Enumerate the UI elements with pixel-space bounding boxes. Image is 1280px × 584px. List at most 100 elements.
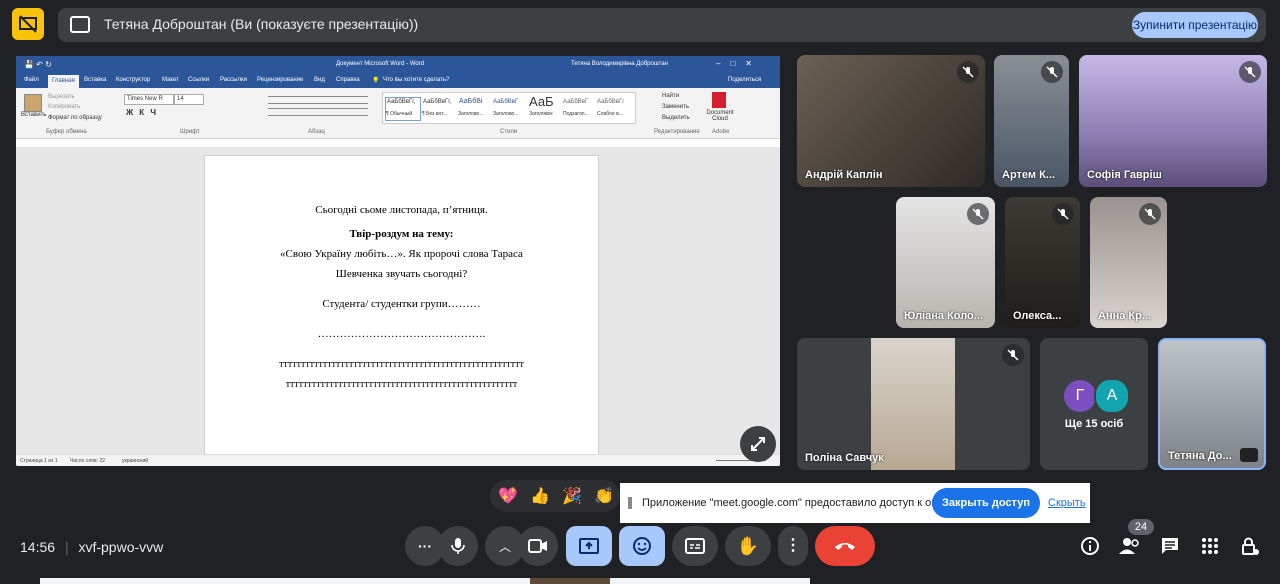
activities-button[interactable]: [1198, 534, 1222, 558]
font-size-select[interactable]: 14: [174, 94, 204, 105]
reactions-button[interactable]: [619, 526, 665, 566]
doc-line: Шевченка звучать сьогодні?: [335, 268, 468, 280]
participant-tile[interactable]: Софія Гавріш: [1079, 55, 1267, 187]
document-page[interactable]: Сьогодні сьоме листопада, п’ятниця. Твір…: [204, 155, 599, 457]
camera-button[interactable]: [518, 526, 558, 566]
presenting-banner: Тетяна Доброштан (Ви (показуєте презента…: [58, 8, 1266, 42]
word-ribbon: Вставить Вырезать Копировать Формат по о…: [16, 88, 780, 139]
participant-tile[interactable]: Артем К...: [994, 55, 1069, 187]
participant-name: Софія Гавріш: [1087, 169, 1162, 181]
replace-button[interactable]: Заменить: [662, 104, 689, 110]
style-name: Заголово...: [458, 111, 484, 117]
adobe-pdf-icon[interactable]: [712, 92, 726, 108]
document-cloud-label[interactable]: Document Cloud: [706, 110, 734, 122]
participant-tile[interactable]: Олекса...: [1005, 197, 1080, 328]
cut-button[interactable]: Вырезать: [48, 94, 75, 100]
style-name: Слабое в...: [597, 111, 623, 117]
word-titlebar: 💾 ↶ ↻ Документ Microsoft Word - Word Тет…: [16, 56, 780, 74]
taskbar-strip: [530, 578, 610, 584]
participant-tile[interactable]: Юліана Коло...: [896, 197, 995, 328]
party-icon[interactable]: 🎉: [562, 486, 582, 506]
tab-insert[interactable]: Вставка: [84, 77, 106, 83]
tab-home[interactable]: Главная: [48, 75, 79, 88]
style-name: Заголово...: [493, 111, 519, 117]
font-name-select[interactable]: Times New R: [124, 94, 174, 105]
style-sample: АаБ: [529, 94, 554, 109]
paste-icon[interactable]: [24, 94, 42, 112]
people-button[interactable]: [1118, 534, 1142, 558]
hide-link[interactable]: Скрыть: [1048, 497, 1086, 509]
tab-review[interactable]: Рецензирование: [257, 77, 303, 83]
drag-handle-icon[interactable]: [628, 497, 632, 509]
avatar: А: [1094, 378, 1130, 414]
meeting-info: 14:56 | xvf-ppwo-vvw: [20, 539, 164, 555]
quick-access-icons[interactable]: 💾 ↶ ↻: [24, 60, 52, 69]
mic-off-icon: [1139, 203, 1161, 225]
clapping-icon[interactable]: 👏: [594, 486, 614, 506]
tab-view[interactable]: Вид: [314, 77, 325, 83]
present-screen-button[interactable]: [566, 526, 612, 566]
adobe-group-label: Adobe: [712, 129, 730, 135]
tab-file[interactable]: Файл: [24, 77, 39, 83]
host-controls-button[interactable]: [1238, 534, 1262, 558]
style-sample: АаБбВвГг,: [423, 99, 452, 105]
participant-tile[interactable]: Анна Кр...: [1090, 197, 1167, 328]
more-options-button[interactable]: ⋮: [778, 526, 808, 566]
alignment-buttons[interactable]: [268, 108, 368, 116]
raise-hand-button[interactable]: ✋: [725, 526, 771, 566]
self-view-tile[interactable]: Тетяна До...: [1158, 338, 1266, 470]
participant-name: Артем К...: [1002, 169, 1055, 181]
tab-references[interactable]: Ссылки: [188, 77, 209, 83]
format-painter-button[interactable]: Формат по образцу: [48, 115, 102, 121]
tell-me-input[interactable]: Что вы хотите сделать?: [383, 77, 449, 83]
taskbar-strip: [40, 578, 530, 584]
more-participants-tile[interactable]: Г А Ще 15 осіб: [1040, 338, 1148, 470]
leave-call-button[interactable]: [815, 526, 875, 566]
smiley-icon: [633, 537, 651, 555]
share-document-button[interactable]: Поделиться: [728, 77, 761, 83]
meeting-details-button[interactable]: [1078, 534, 1102, 558]
participant-video: [871, 338, 955, 470]
taskbar-strip: [610, 578, 810, 584]
word-count: Число слов: 22: [70, 458, 106, 464]
tab-design[interactable]: Конструктор: [116, 77, 150, 83]
mic-off-icon: [967, 203, 989, 225]
styles-gallery[interactable]: АаБбВвГг, АаБбВвГг, АаБбВі АаБбВвГ АаБ А…: [382, 92, 636, 124]
tab-mailings[interactable]: Рассылки: [220, 77, 247, 83]
stop-sharing-button[interactable]: Закрыть доступ: [932, 488, 1040, 518]
banner-title: Тетяна Доброштан (Ви (показуєте презента…: [104, 16, 419, 32]
paragraph-buttons[interactable]: [268, 96, 368, 104]
more-vert-icon: ⋮: [785, 537, 801, 554]
window-controls[interactable]: –□✕: [716, 59, 762, 68]
tab-layout[interactable]: Макет: [162, 77, 179, 83]
paste-label[interactable]: Вставить: [21, 112, 46, 118]
find-button[interactable]: Найти: [662, 93, 679, 99]
copy-button[interactable]: Копировать: [48, 104, 80, 110]
participant-tile[interactable]: Поліна Савчук: [797, 338, 1030, 470]
picture-in-picture-icon[interactable]: [1240, 448, 1258, 462]
document-canvas: Сьогодні сьоме листопада, п’ятниця. Твір…: [16, 147, 780, 457]
select-button[interactable]: Выделить: [662, 115, 690, 121]
thumbs-up-icon[interactable]: 👍: [530, 486, 550, 506]
meeting-code[interactable]: xvf-ppwo-vvw: [78, 539, 163, 555]
participant-name: Андрій Каплін: [805, 169, 883, 181]
people-icon: [1119, 538, 1139, 554]
expand-icon[interactable]: [740, 426, 776, 462]
style-sample: АаБбВвГ: [493, 99, 519, 105]
chevron-up-icon: ︿: [498, 539, 511, 554]
presentation-off-icon[interactable]: [12, 8, 44, 40]
microphone-button[interactable]: [438, 526, 478, 566]
tab-help[interactable]: Справка: [336, 77, 360, 83]
style-name: Подзагол...: [563, 111, 589, 117]
present-screen-icon: [579, 538, 599, 554]
stop-presenting-button[interactable]: Зупинити презентацію: [1132, 12, 1258, 38]
avatar: Г: [1064, 380, 1096, 412]
heart-icon[interactable]: 💖: [498, 486, 518, 506]
page-count: Страница 1 из 1: [20, 458, 58, 464]
shared-screen: 💾 ↶ ↻ Документ Microsoft Word - Word Тет…: [16, 56, 780, 466]
participant-tile[interactable]: Андрій Каплін: [797, 55, 985, 187]
chat-button[interactable]: [1158, 534, 1182, 558]
captions-button[interactable]: [672, 526, 718, 566]
font-style-buttons[interactable]: ЖКЧ: [126, 108, 162, 117]
doc-line: Сьогодні сьоме листопада, п’ятниця.: [315, 204, 488, 216]
